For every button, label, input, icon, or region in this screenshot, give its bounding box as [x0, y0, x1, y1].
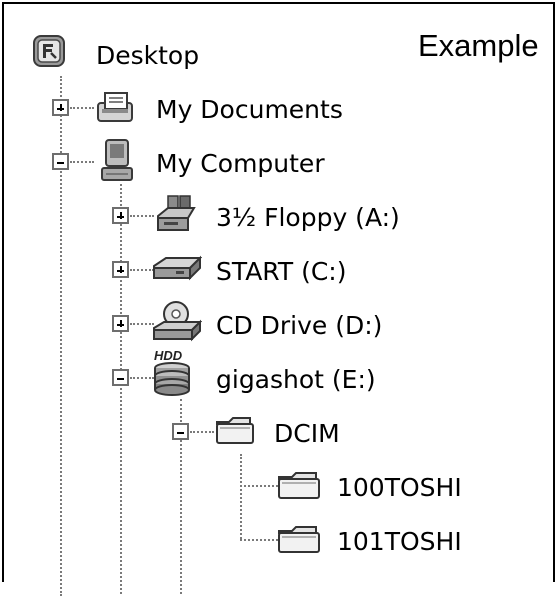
tree-node-label: CD Drive (D:): [216, 311, 383, 340]
tree-connector: [130, 215, 154, 217]
example-title: Example: [418, 28, 539, 63]
minus-icon: [177, 431, 184, 434]
expand-toggle[interactable]: [112, 207, 129, 224]
svg-text:HDD: HDD: [154, 348, 183, 363]
my-documents-icon: [96, 89, 136, 129]
tree-connector: [120, 184, 122, 594]
plus-icon-vertical: [119, 212, 122, 219]
plus-icon-vertical: [59, 104, 62, 111]
collapse-toggle[interactable]: [112, 369, 129, 386]
cd-drive-icon: [152, 300, 203, 346]
tree-node-label: Desktop: [96, 41, 200, 70]
expand-toggle[interactable]: [112, 261, 129, 278]
tree-connector: [240, 539, 278, 541]
tree-node-label: 100TOSHI: [337, 473, 462, 502]
tree-node-label: My Computer: [156, 149, 325, 178]
expand-toggle[interactable]: [112, 315, 129, 332]
folder-icon: [214, 414, 256, 450]
collapse-toggle[interactable]: [52, 153, 69, 170]
folder-icon: [276, 523, 322, 559]
tree-connector: [130, 269, 154, 271]
plus-icon-vertical: [119, 266, 122, 273]
desktop-icon: [32, 34, 66, 72]
minus-icon: [57, 161, 64, 164]
explorer-tree-panel: Example Desktop My Documents My Computer…: [2, 2, 555, 596]
tree-connector: [240, 454, 242, 539]
tree-node-label: gigashot (E:): [216, 365, 376, 394]
tree-node-label: START (C:): [216, 257, 347, 286]
folder-icon: [276, 469, 322, 505]
floppy-drive-icon: [154, 194, 198, 238]
tree-node-label: 101TOSHI: [337, 527, 462, 556]
plus-icon-vertical: [119, 320, 122, 327]
collapse-toggle[interactable]: [172, 423, 189, 440]
tree-connector: [70, 107, 94, 109]
tree-connector: [70, 161, 94, 163]
expand-toggle[interactable]: [52, 99, 69, 116]
computer-icon: [100, 138, 134, 186]
tree-node-label: DCIM: [274, 419, 340, 448]
hdd-icon: HDD: [150, 346, 196, 400]
tree-node-label: My Documents: [156, 95, 343, 124]
hard-drive-icon: [152, 254, 203, 286]
tree-node-label: 3½ Floppy (A:): [216, 203, 400, 232]
tree-connector: [190, 431, 214, 433]
tree-connector: [240, 485, 278, 487]
minus-icon: [117, 377, 124, 380]
tree-connector: [130, 323, 154, 325]
